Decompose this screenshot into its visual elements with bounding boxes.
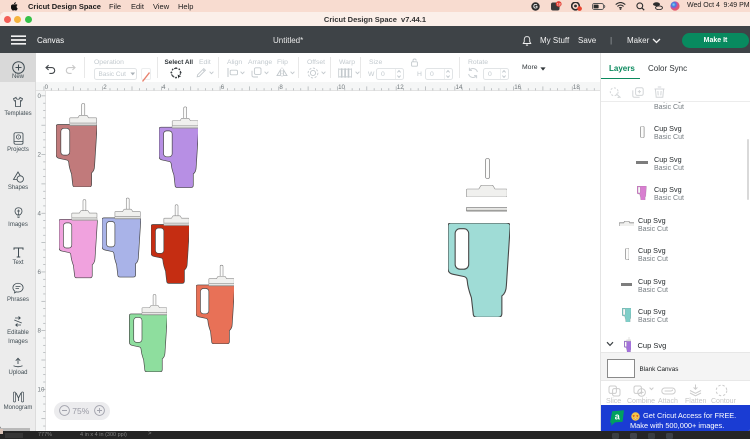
svg-text:10: 10: [38, 386, 45, 393]
svg-text:8: 8: [38, 328, 42, 335]
svg-text:6: 6: [221, 84, 225, 91]
svg-text:0: 0: [45, 84, 49, 91]
svg-text:G: G: [533, 4, 538, 10]
svg-text:4: 4: [38, 210, 42, 217]
svg-text:4: 4: [162, 84, 166, 91]
svg-text:2: 2: [38, 152, 42, 159]
svg-text:0: 0: [38, 93, 42, 100]
svg-text:2: 2: [103, 84, 107, 91]
svg-text:18: 18: [557, 2, 561, 6]
svg-text:12: 12: [397, 84, 404, 91]
svg-text:8: 8: [279, 84, 283, 91]
svg-text:18: 18: [573, 84, 580, 91]
svg-text:6: 6: [38, 269, 42, 276]
svg-text:10: 10: [338, 84, 345, 91]
svg-text:16: 16: [514, 84, 521, 91]
svg-text:14: 14: [456, 84, 463, 91]
